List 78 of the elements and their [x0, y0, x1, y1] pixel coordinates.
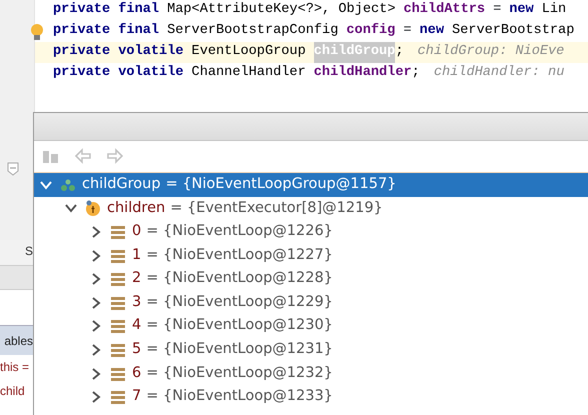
code-operator: = [403, 22, 412, 40]
tab-strip [0, 265, 33, 290]
variable-value: = {NioEventLoop@1226} [146, 222, 333, 242]
code-punctuation: ; [412, 64, 420, 82]
chevron-right-icon[interactable] [90, 273, 102, 286]
code-keyword: private final [53, 22, 160, 40]
tree-row[interactable]: 5 = {NioEventLoop@1231} [34, 338, 588, 362]
stack-icon [110, 271, 126, 288]
chevron-right-icon[interactable] [90, 320, 102, 332]
variable-name: 3 [132, 292, 142, 312]
chevron-right-icon[interactable] [90, 296, 102, 309]
code-type: Map<AttributeKey<?>, Object> [167, 1, 396, 20]
chevron-down-icon[interactable] [65, 202, 77, 214]
variable-value: = {NioEventLoopGroup@1157} [166, 174, 396, 194]
code-keyword: private volatile [53, 64, 184, 82]
chevron-right-icon[interactable] [90, 226, 102, 238]
code-type: Lin [542, 1, 566, 20]
variable-name: 0 [132, 222, 142, 242]
variable-name: 5 [132, 340, 142, 360]
tree-row[interactable]: 7 = {NioEventLoop@1233} [34, 385, 588, 409]
code-punctuation: ; [395, 43, 404, 62]
tree-row[interactable]: children = {EventExecutor[8]@1219} [34, 196, 588, 220]
code-operator: = [493, 1, 502, 20]
fold-icon[interactable] [7, 162, 19, 176]
code-field: childHandler [314, 63, 412, 84]
code-keyword: private final [53, 1, 160, 20]
variable-name: 1 [132, 246, 142, 265]
variable-row[interactable]: this = [0, 355, 33, 379]
tree-row[interactable]: 1 = {NioEventLoop@1227} [34, 244, 588, 268]
stack-icon [110, 318, 126, 334]
code-type: EventLoopGroup [192, 43, 306, 62]
variable-value: = {NioEventLoop@1232} [146, 364, 333, 383]
tree-row[interactable]: childGroup = {NioEventLoopGroup@1157} [34, 173, 588, 197]
code-type: ChannelHandler [192, 64, 306, 82]
field-icon [85, 200, 101, 216]
code-type: ServerBootstrapConfig [167, 22, 338, 40]
stack-icon [110, 389, 126, 406]
variable-name: 4 [132, 316, 142, 336]
inline-value-hint: childGroup: NioEve [418, 43, 564, 62]
stack-icon [110, 294, 126, 311]
chevron-down-icon[interactable] [40, 178, 52, 191]
variable-name: children [107, 198, 166, 218]
chevron-right-icon[interactable] [90, 250, 102, 262]
lightbulb-icon[interactable] [29, 23, 45, 41]
panel-tab[interactable]: S [0, 240, 33, 265]
chevron-right-icon[interactable] [90, 368, 102, 380]
stack-icon [110, 224, 126, 240]
variable-name: 2 [132, 269, 142, 288]
stack-icon [110, 366, 126, 382]
variable-value: = {NioEventLoop@1233} [146, 387, 333, 406]
variable-value: = {NioEventLoop@1230} [146, 316, 333, 336]
stack-icon [110, 342, 126, 358]
group-icon [60, 176, 76, 193]
chevron-right-icon[interactable] [90, 344, 102, 356]
tree-row[interactable]: 0 = {NioEventLoop@1226} [34, 220, 588, 244]
code-type: ServerBootstrap [452, 22, 574, 40]
code-keyword: private volatile [53, 43, 184, 62]
variable-value: = {NioEventLoop@1229} [146, 292, 333, 312]
tree-row[interactable]: 2 = {NioEventLoop@1228} [34, 267, 588, 291]
stack-icon [110, 248, 126, 264]
variable-name: 6 [132, 364, 142, 383]
tree-row[interactable]: 3 = {NioEventLoop@1229} [34, 290, 588, 315]
variable-value: = {NioEventLoop@1228} [146, 269, 333, 288]
code-keyword: new [509, 1, 534, 20]
variable-value: = {NioEventLoop@1227} [146, 246, 333, 265]
tree-row[interactable]: 6 = {NioEventLoop@1232} [34, 362, 588, 386]
variable-name: 7 [132, 387, 142, 406]
variable-row[interactable]: child [0, 379, 33, 403]
variable-name: childGroup [82, 174, 161, 194]
panel-header[interactable]: ables [0, 325, 33, 355]
code-field: config [346, 21, 396, 42]
code-keyword: new [420, 22, 444, 40]
variable-value: = {NioEventLoop@1231} [146, 340, 333, 360]
tree-row[interactable]: 4 = {NioEventLoop@1230} [34, 314, 588, 338]
inline-value-hint: childHandler: nu [434, 64, 564, 82]
code-field: childAttrs [403, 0, 486, 21]
chevron-right-icon[interactable] [90, 391, 102, 404]
variable-value: = {EventExecutor[8]@1219} [170, 198, 383, 218]
